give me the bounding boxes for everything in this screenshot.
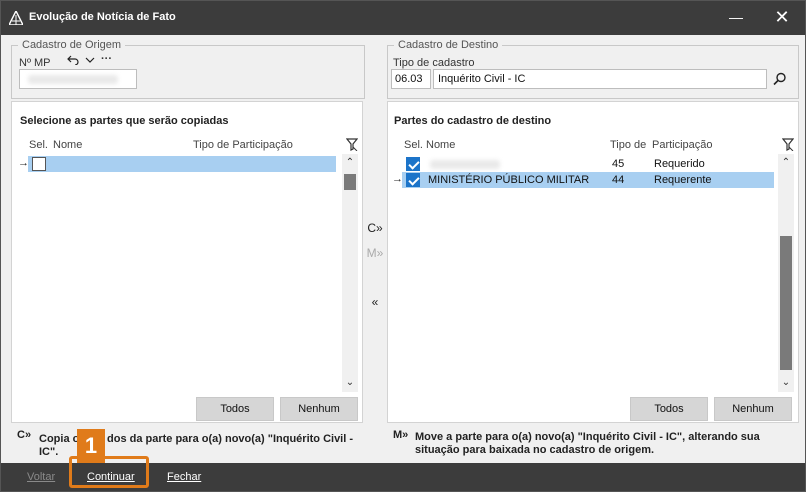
move-note-line1: Move a parte para o(a) novo(a) "Inquérit… bbox=[415, 431, 760, 443]
chevron-down-icon[interactable] bbox=[85, 56, 95, 64]
tipo-code-value: 06.03 bbox=[395, 73, 423, 85]
more-icon[interactable]: ··· bbox=[101, 53, 112, 65]
filter-icon[interactable] bbox=[782, 138, 794, 151]
copy-button[interactable]: C» bbox=[365, 221, 385, 235]
right-grid: 45 Requerido → MINISTÉRIO PÚBLICO MILITA… bbox=[392, 154, 778, 392]
row-checkbox[interactable] bbox=[406, 173, 420, 187]
remove-button[interactable]: « bbox=[365, 295, 385, 309]
fechar-button[interactable]: Fechar bbox=[167, 471, 201, 483]
mp-number-field[interactable] bbox=[19, 69, 137, 89]
table-row[interactable] bbox=[28, 156, 336, 172]
scroll-up-icon[interactable]: ⌃ bbox=[778, 156, 794, 170]
destino-legend: Cadastro de Destino bbox=[398, 39, 499, 51]
row-tipo: Requerente bbox=[654, 174, 712, 186]
redacted-name bbox=[430, 160, 500, 169]
right-todos-button[interactable]: Todos bbox=[630, 397, 708, 421]
move-note-icon: M» bbox=[393, 429, 409, 441]
scroll-thumb[interactable] bbox=[780, 236, 792, 370]
copy-note-text-rest: dos da parte para o(a) novo(a) "Inquérit… bbox=[107, 433, 354, 445]
right-nenhum-button[interactable]: Nenhum bbox=[714, 397, 792, 421]
app-logo-icon bbox=[9, 11, 23, 25]
tipo-cadastro-label: Tipo de cadastro bbox=[393, 57, 475, 69]
dialog-window: Evolução de Notícia de Fato — ✕ Cadastro… bbox=[0, 0, 806, 492]
row-codigo: 44 bbox=[612, 174, 625, 186]
search-icon[interactable] bbox=[773, 72, 787, 86]
window-title: Evolução de Notícia de Fato bbox=[29, 11, 176, 23]
right-panel-title: Partes do cadastro de destino bbox=[394, 115, 552, 127]
table-row[interactable]: 45 Requerido bbox=[402, 156, 774, 172]
row-codigo: 45 bbox=[612, 158, 625, 170]
row-nome: MINISTÉRIO PÚBLICO MILITAR bbox=[428, 174, 590, 186]
move-button[interactable]: M» bbox=[365, 246, 385, 260]
row-tipo: Requerido bbox=[654, 158, 705, 170]
left-panel-title: Selecione as partes que serão copiadas bbox=[20, 115, 229, 127]
col-nome[interactable]: Nome bbox=[53, 139, 82, 151]
step-badge: 1 bbox=[77, 429, 105, 463]
col-sel[interactable]: Sel. bbox=[29, 139, 48, 151]
scroll-down-icon[interactable]: ⌄ bbox=[778, 376, 794, 390]
table-row[interactable]: MINISTÉRIO PÚBLICO MILITAR 44 Requerente bbox=[402, 172, 774, 188]
close-icon[interactable]: ✕ bbox=[769, 7, 795, 29]
col-tipo-codigo[interactable]: Tipo de bbox=[610, 139, 646, 151]
minimize-icon[interactable]: — bbox=[723, 9, 749, 27]
col-tipo-participacao[interactable]: Participação bbox=[652, 139, 713, 151]
right-scrollbar[interactable]: ⌃ ⌄ bbox=[778, 154, 794, 392]
left-grid: → bbox=[18, 154, 344, 392]
scroll-down-icon[interactable]: ⌄ bbox=[342, 376, 358, 390]
col-tipo-participacao[interactable]: Tipo de Participação bbox=[193, 139, 293, 151]
voltar-button[interactable]: Voltar bbox=[27, 471, 55, 483]
copy-note-text-start: Copia o bbox=[39, 433, 80, 445]
row-checkbox[interactable] bbox=[32, 157, 46, 171]
col-nome[interactable]: Nome bbox=[426, 139, 455, 151]
filter-icon[interactable] bbox=[346, 138, 358, 151]
left-panel: Selecione as partes que serão copiadas S… bbox=[11, 101, 363, 423]
left-nenhum-button[interactable]: Nenhum bbox=[280, 397, 358, 421]
copy-note-icon: C» bbox=[17, 429, 32, 441]
tipo-cadastro-field[interactable]: Inquérito Civil - IC bbox=[433, 69, 767, 89]
row-checkbox[interactable] bbox=[406, 157, 420, 171]
left-todos-button[interactable]: Todos bbox=[196, 397, 274, 421]
tipo-code-field[interactable]: 06.03 bbox=[391, 69, 431, 89]
tipo-cadastro-value: Inquérito Civil - IC bbox=[438, 73, 526, 85]
left-scrollbar[interactable]: ⌃ ⌄ bbox=[342, 154, 358, 392]
undo-icon[interactable] bbox=[67, 55, 79, 65]
move-note-line2: situação para baixada no cadastro de ori… bbox=[415, 444, 655, 456]
col-sel[interactable]: Sel. bbox=[404, 139, 423, 151]
origem-legend: Cadastro de Origem bbox=[22, 39, 122, 51]
copy-note-text-end: IC". bbox=[39, 446, 59, 458]
scroll-up-icon[interactable]: ⌃ bbox=[342, 156, 358, 170]
title-bar: Evolução de Notícia de Fato — ✕ bbox=[1, 1, 805, 35]
mp-label: Nº MP bbox=[19, 57, 51, 69]
right-panel: Partes do cadastro de destino Sel. Nome … bbox=[387, 101, 799, 423]
scroll-thumb[interactable] bbox=[344, 174, 356, 190]
redacted-value bbox=[28, 75, 118, 84]
